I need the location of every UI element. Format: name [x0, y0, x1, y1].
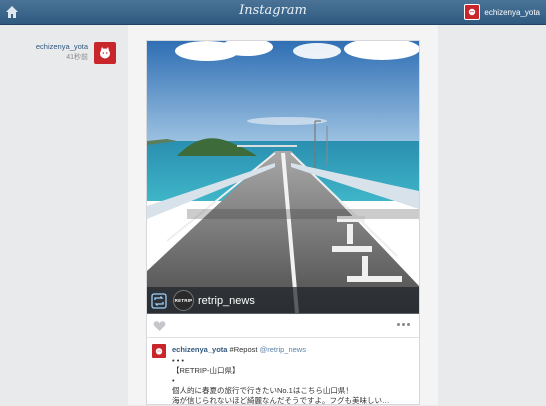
- repost-icon: [151, 292, 167, 309]
- comment-username[interactable]: echizenya_yota: [172, 345, 227, 354]
- heart-icon[interactable]: [153, 320, 166, 332]
- comment-line: 個人的に春夏の旅行で行きたいNo.1はこちら山口県！: [172, 386, 353, 395]
- account-username: echizenya_yota: [484, 7, 540, 17]
- retrip-logo: RETRIP: [173, 290, 194, 311]
- avatar: [464, 4, 481, 20]
- comment-line: • • •: [172, 356, 185, 365]
- comment-mention[interactable]: @retrip_news: [260, 345, 306, 354]
- post-photo[interactable]: [147, 41, 419, 313]
- left-column: echizenya_yota 41秒前: [0, 25, 128, 405]
- comment-line: 【RETRIP-山口県】: [172, 366, 240, 375]
- photo-caption-bar: RETRIP retrip_news: [147, 287, 419, 314]
- post-card: RETRIP retrip_news echizenya_yota #Repos…: [146, 40, 420, 405]
- comment-body: • • • 【RETRIP-山口県】 • 個人的に春夏の旅行で行きたいNo.1は…: [172, 356, 390, 406]
- comment-line: •: [172, 376, 175, 385]
- comment-hashtag[interactable]: #Repost: [230, 345, 258, 354]
- post-author[interactable]: echizenya_yota 41秒前: [25, 42, 116, 66]
- account-menu[interactable]: echizenya_yota: [464, 4, 540, 20]
- more-icon[interactable]: [397, 323, 411, 327]
- post-time: 41秒前: [66, 54, 88, 61]
- top-bar: Instagram echizenya_yota: [0, 0, 546, 25]
- right-column: [438, 25, 546, 405]
- post-actions: [147, 315, 419, 338]
- avatar[interactable]: [152, 344, 166, 358]
- avatar[interactable]: [94, 42, 116, 64]
- comment-header: echizenya_yota #Repost @retrip_news: [172, 345, 306, 354]
- caption-account: retrip_news: [198, 294, 255, 307]
- author-username[interactable]: echizenya_yota: [36, 42, 88, 51]
